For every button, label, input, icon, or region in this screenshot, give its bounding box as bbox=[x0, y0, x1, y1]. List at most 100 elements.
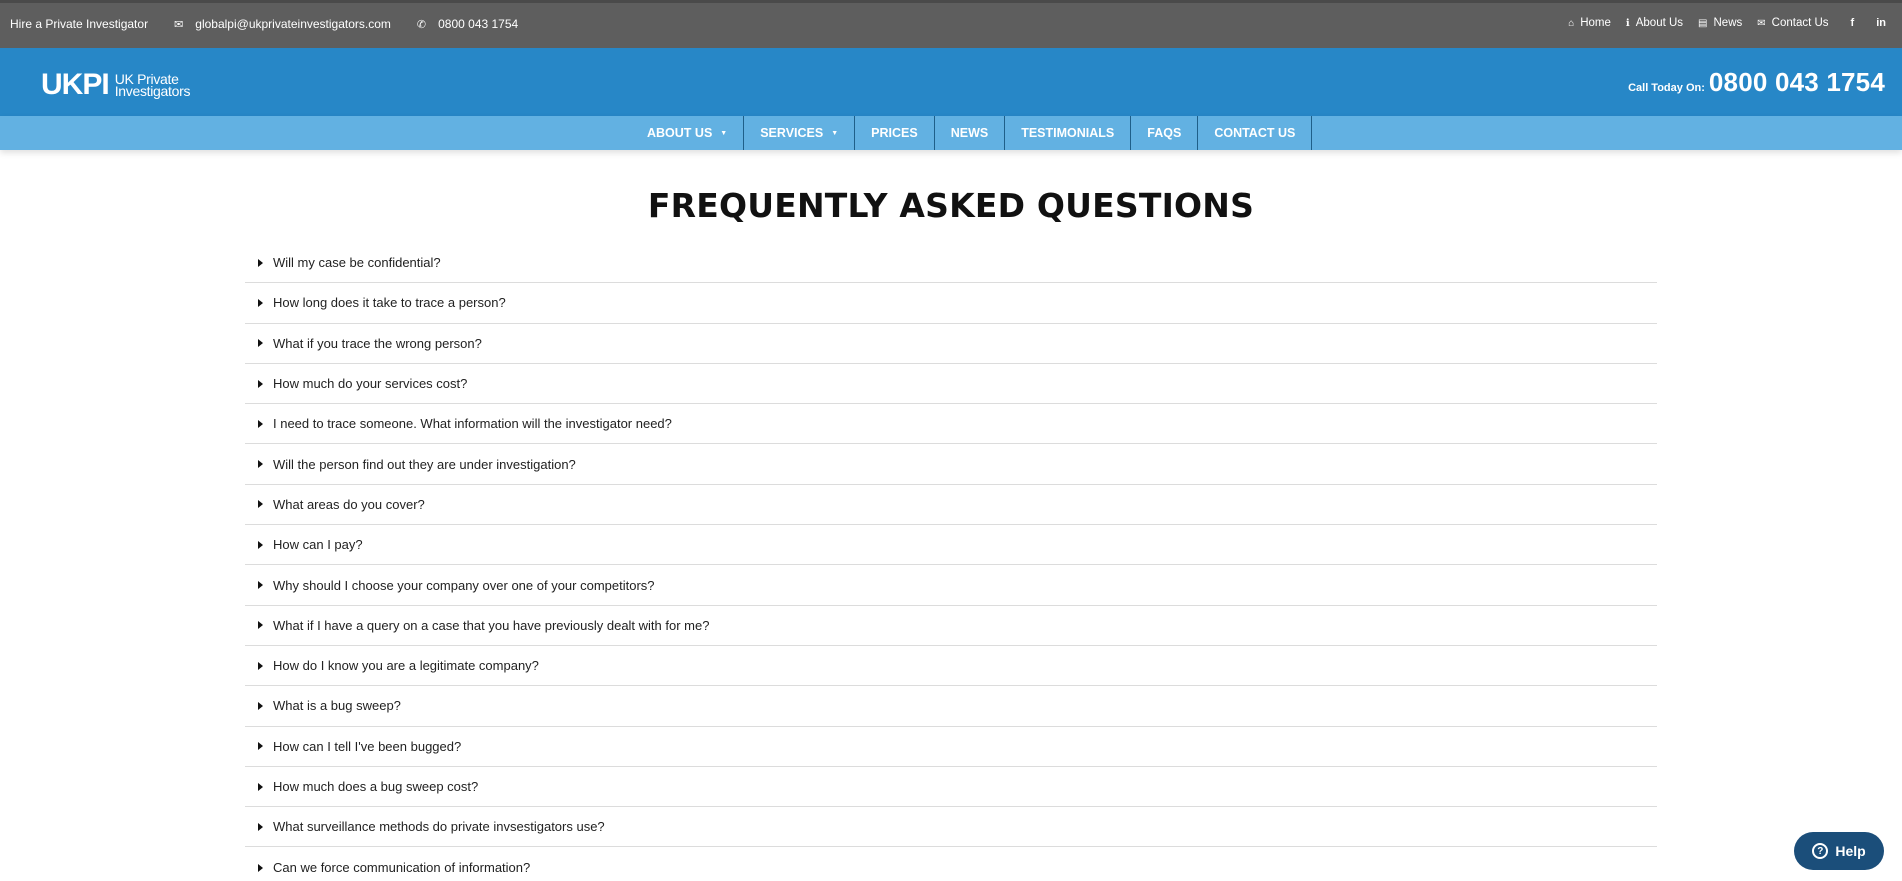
topbar-link-news[interactable]: ▤ News bbox=[1698, 17, 1742, 29]
faq-item[interactable]: How much do your services cost? bbox=[245, 364, 1657, 405]
topbar-links: ⌂ Home ℹ About Us ▤ News ✉ Contact Us f in bbox=[1553, 17, 1886, 29]
faq-item[interactable]: Why should I choose your company over on… bbox=[245, 565, 1657, 606]
faq-question: How do I know you are a legitimate compa… bbox=[273, 658, 539, 674]
logo-mark: UKPI bbox=[41, 68, 110, 101]
email-text: globalpi@ukprivateinvestigators.com bbox=[195, 17, 391, 31]
phone-text: 0800 043 1754 bbox=[438, 17, 519, 31]
caret-right-icon bbox=[258, 863, 263, 872]
nav-item-news[interactable]: NEWS bbox=[935, 116, 1006, 150]
caret-right-icon bbox=[258, 621, 263, 630]
topbar-link-contact-us[interactable]: ✉ Contact Us bbox=[1757, 17, 1828, 29]
caret-right-icon bbox=[258, 742, 263, 751]
site-header: UKPI UK Private Investigators Call Today… bbox=[0, 48, 1902, 116]
faq-question: How long does it take to trace a person? bbox=[273, 295, 506, 311]
caret-right-icon bbox=[258, 581, 263, 590]
faq-item[interactable]: What if I have a query on a case that yo… bbox=[245, 606, 1657, 646]
faq-item[interactable]: I need to trace someone. What informatio… bbox=[245, 404, 1657, 445]
facebook-icon[interactable]: f bbox=[1851, 17, 1855, 29]
call-number: 0800 043 1754 bbox=[1708, 67, 1885, 97]
caret-right-icon bbox=[258, 258, 263, 267]
faq-item[interactable]: Can we force communication of informatio… bbox=[245, 847, 1657, 881]
caret-right-icon bbox=[258, 540, 263, 549]
faq-question: What surveillance methods do private inv… bbox=[273, 819, 605, 835]
caret-right-icon bbox=[258, 822, 263, 831]
nav-item-label: TESTIMONIALS bbox=[1021, 126, 1115, 140]
faq-item[interactable]: What areas do you cover? bbox=[245, 485, 1657, 526]
faq-question: What if I have a query on a case that yo… bbox=[273, 617, 710, 633]
help-label: Help bbox=[1835, 843, 1866, 859]
nav-item-prices[interactable]: PRICES bbox=[855, 116, 935, 150]
call-today[interactable]: Call Today On: 0800 043 1754 bbox=[1628, 67, 1885, 98]
faq-question: Why should I choose your company over on… bbox=[273, 577, 655, 593]
logo-line-2: Investigators bbox=[114, 83, 191, 99]
topbar-link-label: Home bbox=[1580, 17, 1611, 29]
faq-item[interactable]: Will the person find out they are under … bbox=[245, 444, 1657, 485]
faq-question: What is a bug sweep? bbox=[273, 698, 401, 714]
faq-question: What if you trace the wrong person? bbox=[273, 335, 482, 351]
caret-right-icon bbox=[258, 460, 263, 469]
faq-question: How can I pay? bbox=[273, 537, 363, 553]
news-icon: ▤ bbox=[1698, 17, 1708, 29]
faq-item[interactable]: What is a bug sweep? bbox=[245, 686, 1657, 727]
faq-item[interactable]: How can I pay? bbox=[245, 525, 1657, 566]
faq-item[interactable]: How do I know you are a legitimate compa… bbox=[245, 646, 1657, 687]
faq-item[interactable]: How long does it take to trace a person? bbox=[245, 283, 1657, 324]
nav-item-contact-us[interactable]: CONTACT US bbox=[1198, 116, 1313, 150]
faq-question: How much do your services cost? bbox=[273, 376, 468, 392]
faq-item[interactable]: Will my case be confidential? bbox=[245, 243, 1657, 284]
caret-right-icon bbox=[258, 661, 263, 670]
faq-question: I need to trace someone. What informatio… bbox=[273, 416, 672, 432]
faq-question: Will my case be confidential? bbox=[273, 255, 441, 271]
nav-item-label: SERVICES bbox=[760, 126, 824, 140]
caret-right-icon bbox=[258, 339, 263, 348]
question-icon: ? bbox=[1812, 843, 1829, 859]
faq-question: Can we force communication of informatio… bbox=[273, 860, 531, 876]
envelope-icon: ✉ bbox=[1757, 17, 1766, 29]
nav-item-label: FAQS bbox=[1147, 126, 1182, 140]
tagline-text: Hire a Private Investigator bbox=[10, 17, 149, 31]
main-navigation: ABOUT US ▼ SERVICES ▼ PRICES NEWS TESTIMONIALS… bbox=[0, 116, 1902, 150]
info-icon: ℹ bbox=[1625, 17, 1630, 29]
faq-item[interactable]: How can I tell I've been bugged? bbox=[245, 727, 1657, 767]
topbar-link-label: About Us bbox=[1635, 17, 1684, 29]
faq-question: How can I tell I've been bugged? bbox=[273, 738, 462, 754]
nav-item-label: ABOUT US bbox=[647, 126, 713, 140]
nav-item-label: CONTACT US bbox=[1214, 126, 1296, 140]
faq-item[interactable]: What surveillance methods do private inv… bbox=[245, 807, 1657, 848]
topbar-link-about-us[interactable]: ℹ About Us bbox=[1626, 17, 1683, 29]
ukpi-logo[interactable]: UKPI UK Private Investigators bbox=[41, 70, 190, 100]
topbar-link-label: News bbox=[1713, 17, 1743, 29]
caret-right-icon bbox=[258, 419, 263, 428]
nav-item-faqs[interactable]: FAQS bbox=[1131, 116, 1199, 150]
email-link[interactable]: ✉ globalpi@ukprivateinvestigators.com bbox=[174, 17, 391, 31]
caret-down-icon: ▼ bbox=[720, 129, 728, 137]
nav-items: ABOUT US ▼ SERVICES ▼ PRICES NEWS TESTIMONIALS… bbox=[631, 116, 1313, 150]
nav-item-testimonials[interactable]: TESTIMONIALS bbox=[1005, 116, 1132, 150]
help-button[interactable]: ? Help bbox=[1794, 832, 1884, 870]
caret-right-icon bbox=[258, 379, 263, 388]
caret-right-icon bbox=[258, 298, 263, 307]
nav-item-label: PRICES bbox=[871, 126, 918, 140]
faq-question: Will the person find out they are under … bbox=[273, 456, 576, 472]
nav-item-about-us[interactable]: ABOUT US ▼ bbox=[631, 116, 745, 150]
caret-down-icon: ▼ bbox=[831, 129, 839, 137]
topbar-link-label: Contact Us bbox=[1771, 17, 1829, 29]
phone-icon: ✆ bbox=[416, 18, 427, 31]
topbar-contact-info: Hire a Private Investigator ✉ globalpi@u… bbox=[10, 17, 544, 31]
nav-item-services[interactable]: SERVICES ▼ bbox=[744, 116, 856, 150]
top-utility-bar: Hire a Private Investigator ✉ globalpi@u… bbox=[0, 0, 1902, 48]
faq-accordion: Will my case be confidential? How long do… bbox=[245, 243, 1657, 881]
caret-right-icon bbox=[258, 500, 263, 509]
envelope-icon: ✉ bbox=[174, 18, 184, 31]
home-icon: ⌂ bbox=[1568, 17, 1575, 29]
phone-link[interactable]: ✆ 0800 043 1754 bbox=[417, 17, 518, 31]
call-label: Call Today On: bbox=[1628, 82, 1705, 94]
faq-question: How much does a bug sweep cost? bbox=[273, 779, 479, 794]
topbar-link-home[interactable]: ⌂ Home bbox=[1568, 17, 1611, 29]
logo-text: UK Private Investigators bbox=[114, 72, 191, 99]
faq-item[interactable]: How much does a bug sweep cost? bbox=[245, 767, 1657, 808]
faq-item[interactable]: What if you trace the wrong person? bbox=[245, 324, 1657, 364]
linkedin-icon[interactable]: in bbox=[1876, 17, 1886, 29]
nav-item-label: NEWS bbox=[950, 126, 989, 140]
faq-question: What areas do you cover? bbox=[273, 496, 425, 512]
